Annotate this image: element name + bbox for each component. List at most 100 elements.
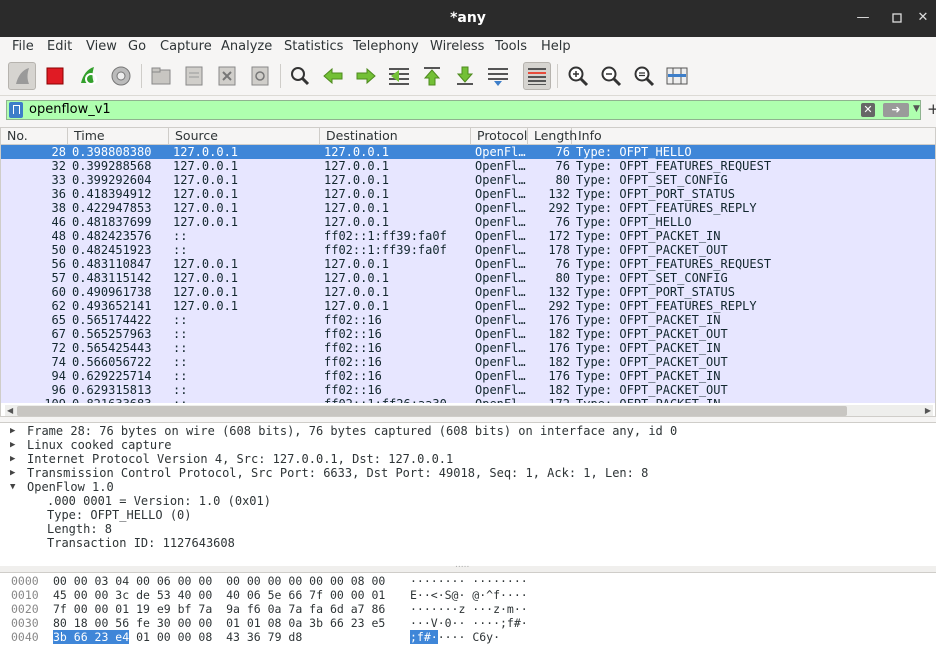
packet-row[interactable]: 94 0.629225714:: ff02::16 OpenFl… 176 Type: O… <box>1 369 935 383</box>
packet-destination: 127.0.0.1 <box>324 299 390 313</box>
menu-capture[interactable]: Capture <box>160 39 212 54</box>
menu-file[interactable]: File <box>12 39 34 54</box>
packet-row[interactable]: 74 0.566056722:: ff02::16 OpenFl… 182 Type: O… <box>1 355 935 369</box>
packet-info: Type: OFPT_HELLO <box>576 145 692 159</box>
display-filter-input[interactable] <box>29 102 829 117</box>
packet-row[interactable]: 96 0.629315813:: ff02::16 OpenFl… 182 Type: O… <box>1 383 935 397</box>
go-back-icon[interactable] <box>319 62 347 90</box>
column-time[interactable]: Time <box>68 128 169 145</box>
packet-row[interactable]: 56 0.483110847 127.0.0.1 127.0.0.1 OpenFl… 76… <box>1 257 935 271</box>
start-capture-icon[interactable] <box>8 62 36 90</box>
stop-capture-icon[interactable] <box>41 62 69 90</box>
hex-bytes[interactable]: 80 18 00 56 fe 30 00 00 01 01 08 0a 3b 6… <box>53 616 385 630</box>
hex-ascii[interactable]: ········ ········ <box>410 574 528 588</box>
packet-info: Type: OFPT_SET_CONFIG <box>576 271 728 285</box>
hex-ascii[interactable]: ;f#····· C6y· <box>410 630 500 644</box>
column-no[interactable]: No. <box>1 128 68 145</box>
packet-destination: ff02::16 <box>324 355 382 369</box>
menu-telephony[interactable]: Telephony <box>353 39 419 54</box>
packet-row[interactable]: 33 0.399292604 127.0.0.1 127.0.0.1 OpenFl… 80… <box>1 173 935 187</box>
menu-tools[interactable]: Tools <box>495 39 527 54</box>
horizontal-scrollbar[interactable]: ◀ ▶ <box>5 405 933 416</box>
hex-bytes[interactable]: 7f 00 00 01 19 e9 bf 7a 9a f6 0a 7a fa 6… <box>53 602 385 616</box>
collapse-arrow-icon[interactable]: ▼ <box>10 480 15 494</box>
packet-row[interactable]: 28 0.398808380 127.0.0.1 127.0.0.1 OpenFl… 76… <box>1 145 935 159</box>
packet-protocol: OpenFl… <box>475 341 526 355</box>
ascii-highlight[interactable]: ;f#· <box>410 630 438 644</box>
menu-statistics[interactable]: Statistics <box>284 39 343 54</box>
close-icon[interactable]: ✕ <box>912 8 934 28</box>
find-packet-icon[interactable] <box>286 62 314 90</box>
packet-row[interactable]: 32 0.399288568 127.0.0.1 127.0.0.1 OpenFl… 76… <box>1 159 935 173</box>
clear-filter-icon[interactable]: ✕ <box>861 103 875 117</box>
column-protocol[interactable]: Protocol <box>471 128 528 145</box>
hex-ascii[interactable]: ···V·0·· ····;f#· <box>410 616 528 630</box>
menu-edit[interactable]: Edit <box>47 39 72 54</box>
expand-arrow-icon[interactable]: ▶ <box>10 466 15 480</box>
go-forward-icon[interactable] <box>352 62 380 90</box>
close-file-icon[interactable] <box>213 62 241 90</box>
colorize-icon[interactable] <box>523 62 551 90</box>
normal-size-icon[interactable] <box>630 62 658 90</box>
menu-analyze[interactable]: Analyze <box>221 39 272 54</box>
last-packet-icon[interactable] <box>451 62 479 90</box>
packet-time: 0.490961738 <box>72 285 152 299</box>
hex-bytes[interactable]: 45 00 00 3c de 53 40 00 40 06 5e 66 7f 0… <box>53 588 385 602</box>
maximize-icon[interactable] <box>886 8 908 28</box>
packet-row[interactable]: 50 0.482451923:: ff02::1:ff39:fa0f OpenFl… 1… <box>1 243 935 257</box>
scroll-left-icon[interactable]: ◀ <box>7 406 13 415</box>
save-file-icon[interactable] <box>180 62 208 90</box>
packet-row[interactable]: 65 0.565174422:: ff02::16 OpenFl… 176 Type: O… <box>1 313 935 327</box>
hex-ascii[interactable]: ·······z ···z·m·· <box>410 602 528 616</box>
packet-source: 127.0.0.1 <box>173 257 239 271</box>
first-packet-icon[interactable] <box>418 62 446 90</box>
packet-row[interactable]: 48 0.482423576:: ff02::1:ff39:fa0f OpenFl… 1… <box>1 229 935 243</box>
hex-bytes[interactable]: 3b 66 23 e4 01 00 00 08 43 36 79 d8 <box>53 630 302 644</box>
packet-row[interactable]: 46 0.481837699 127.0.0.1 127.0.0.1 OpenFl… 76… <box>1 215 935 229</box>
column-length[interactable]: Length <box>528 128 577 145</box>
packet-length: 172 <box>548 229 570 243</box>
packet-row[interactable]: 38 0.422947853 127.0.0.1 127.0.0.1 OpenFl… 29… <box>1 201 935 215</box>
expand-arrow-icon[interactable]: ▶ <box>10 424 15 438</box>
expand-arrow-icon[interactable]: ▶ <box>10 452 15 466</box>
detail-of-xid[interactable]: Transaction ID: 1127643608 <box>47 536 235 550</box>
packet-row[interactable]: 57 0.483115142 127.0.0.1 127.0.0.1 OpenFl… 80… <box>1 271 935 285</box>
capture-options-icon[interactable] <box>107 62 135 90</box>
add-filter-button-icon[interactable]: + <box>927 100 936 118</box>
chevron-down-icon[interactable]: ▼ <box>913 104 920 114</box>
packet-row[interactable]: 60 0.490961738 127.0.0.1 127.0.0.1 OpenFl… 13… <box>1 285 935 299</box>
detail-of-version[interactable]: .000 0001 = Version: 1.0 (0x01) <box>47 494 271 508</box>
resize-columns-icon[interactable] <box>663 62 691 90</box>
scroll-right-icon[interactable]: ▶ <box>925 406 931 415</box>
column-source[interactable]: Source <box>169 128 320 145</box>
menu-go[interactable]: Go <box>128 39 146 54</box>
expand-arrow-icon[interactable]: ▶ <box>10 438 15 452</box>
column-destination[interactable]: Destination <box>320 128 471 145</box>
apply-filter-icon[interactable]: ➜ <box>883 103 909 117</box>
hex-ascii[interactable]: E··<·S@· @·^f···· <box>410 588 528 602</box>
bookmark-icon[interactable] <box>9 102 23 118</box>
minimize-icon[interactable]: — <box>852 8 874 28</box>
packet-row[interactable]: 67 0.565257963:: ff02::16 OpenFl… 182 Type: O… <box>1 327 935 341</box>
menu-help[interactable]: Help <box>541 39 571 54</box>
packet-row[interactable]: 36 0.418394912 127.0.0.1 127.0.0.1 OpenFl… 13… <box>1 187 935 201</box>
menu-wireless[interactable]: Wireless <box>430 39 484 54</box>
packet-row[interactable]: 109 0.821633683::ff02::1:ff26:aa30 OpenFl…… <box>1 397 935 403</box>
scrollbar-thumb[interactable] <box>17 406 847 416</box>
hex-bytes[interactable]: 00 00 03 04 00 06 00 00 00 00 00 00 00 0… <box>53 574 385 588</box>
column-info[interactable]: Info <box>572 128 935 145</box>
detail-of-type[interactable]: Type: OFPT_HELLO (0) <box>47 508 192 522</box>
hex-highlight[interactable]: 3b 66 23 e4 <box>53 630 130 644</box>
go-to-packet-icon[interactable] <box>385 62 413 90</box>
restart-capture-icon[interactable] <box>74 62 102 90</box>
auto-scroll-icon[interactable] <box>484 62 512 90</box>
zoom-out-icon[interactable] <box>597 62 625 90</box>
open-file-icon[interactable] <box>147 62 175 90</box>
packet-row[interactable]: 72 0.565425443:: ff02::16 OpenFl… 176 Type: O… <box>1 341 935 355</box>
toolbar-separator <box>141 64 142 88</box>
menu-view[interactable]: View <box>86 39 117 54</box>
reload-file-icon[interactable] <box>246 62 274 90</box>
zoom-in-icon[interactable] <box>564 62 592 90</box>
packet-row[interactable]: 62 0.493652141 127.0.0.1 127.0.0.1 OpenFl… 29… <box>1 299 935 313</box>
detail-of-length[interactable]: Length: 8 <box>47 522 112 536</box>
